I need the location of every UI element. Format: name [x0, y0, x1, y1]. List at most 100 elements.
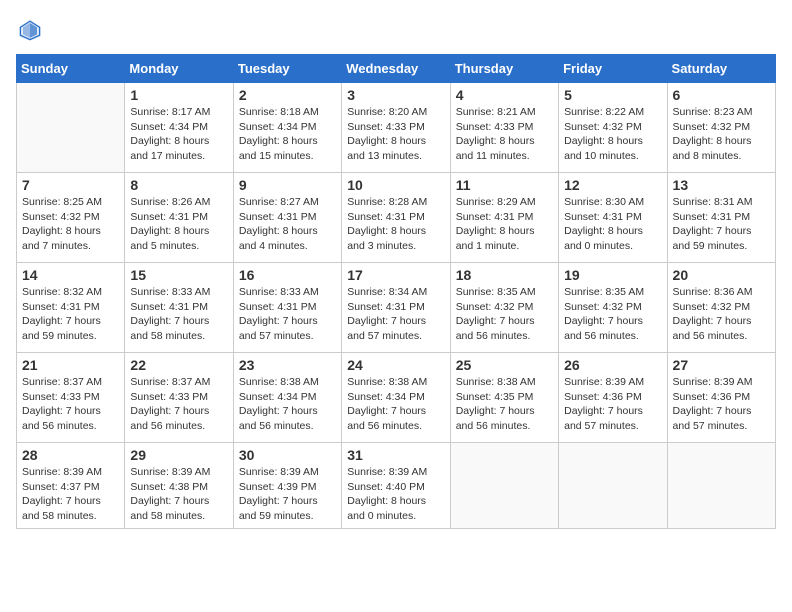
day-number: 9: [239, 177, 336, 193]
weekday-header-row: SundayMondayTuesdayWednesdayThursdayFrid…: [17, 55, 776, 83]
cell-info: Sunrise: 8:38 AMSunset: 4:34 PMDaylight:…: [347, 375, 444, 434]
cell-info: Sunrise: 8:18 AMSunset: 4:34 PMDaylight:…: [239, 105, 336, 164]
day-number: 1: [130, 87, 227, 103]
day-number: 23: [239, 357, 336, 373]
calendar-cell: 18 Sunrise: 8:35 AMSunset: 4:32 PMDayligh…: [450, 263, 558, 353]
calendar-cell: 16 Sunrise: 8:33 AMSunset: 4:31 PMDayligh…: [233, 263, 341, 353]
day-number: 2: [239, 87, 336, 103]
cell-info: Sunrise: 8:36 AMSunset: 4:32 PMDaylight:…: [673, 285, 770, 344]
calendar-cell: 23 Sunrise: 8:38 AMSunset: 4:34 PMDayligh…: [233, 353, 341, 443]
cell-info: Sunrise: 8:30 AMSunset: 4:31 PMDaylight:…: [564, 195, 661, 254]
weekday-header: Saturday: [667, 55, 775, 83]
day-number: 18: [456, 267, 553, 283]
cell-info: Sunrise: 8:39 AMSunset: 4:38 PMDaylight:…: [130, 465, 227, 524]
calendar-cell: [17, 83, 125, 173]
calendar: SundayMondayTuesdayWednesdayThursdayFrid…: [16, 54, 776, 529]
calendar-cell: 1 Sunrise: 8:17 AMSunset: 4:34 PMDaylight…: [125, 83, 233, 173]
day-number: 3: [347, 87, 444, 103]
cell-info: Sunrise: 8:26 AMSunset: 4:31 PMDaylight:…: [130, 195, 227, 254]
weekday-header: Thursday: [450, 55, 558, 83]
calendar-cell: 10Sunrise: 8:28 AMSunset: 4:31 PMDayligh…: [342, 173, 450, 263]
cell-info: Sunrise: 8:38 AMSunset: 4:35 PMDaylight:…: [456, 375, 553, 434]
cell-info: Sunrise: 8:39 AMSunset: 4:37 PMDaylight:…: [22, 465, 119, 524]
weekday-header: Monday: [125, 55, 233, 83]
day-number: 25: [456, 357, 553, 373]
calendar-cell: 14 Sunrise: 8:32 AMSunset: 4:31 PMDayligh…: [17, 263, 125, 353]
cell-info: Sunrise: 8:34 AMSunset: 4:31 PMDaylight:…: [347, 285, 444, 344]
calendar-cell: 24 Sunrise: 8:38 AMSunset: 4:34 PMDayligh…: [342, 353, 450, 443]
cell-info: Sunrise: 8:32 AMSunset: 4:31 PMDaylight:…: [22, 285, 119, 344]
day-number: 6: [673, 87, 770, 103]
cell-info: Sunrise: 8:21 AMSunset: 4:33 PMDaylight:…: [456, 105, 553, 164]
calendar-cell: 7 Sunrise: 8:25 AMSunset: 4:32 PMDaylight…: [17, 173, 125, 263]
calendar-cell: 13 Sunrise: 8:31 AMSunset: 4:31 PMDayligh…: [667, 173, 775, 263]
cell-info: Sunrise: 8:31 AMSunset: 4:31 PMDaylight:…: [673, 195, 770, 254]
cell-info: Sunrise: 8:29 AMSunset: 4:31 PMDaylight:…: [456, 195, 553, 254]
day-number: 5: [564, 87, 661, 103]
calendar-week-row: 1 Sunrise: 8:17 AMSunset: 4:34 PMDaylight…: [17, 83, 776, 173]
cell-info: Sunrise: 8:35 AMSunset: 4:32 PMDaylight:…: [564, 285, 661, 344]
calendar-cell: [559, 443, 667, 529]
weekday-header: Tuesday: [233, 55, 341, 83]
day-number: 22: [130, 357, 227, 373]
calendar-cell: 31 Sunrise: 8:39 AMSunset: 4:40 PMDayligh…: [342, 443, 450, 529]
day-number: 7: [22, 177, 119, 193]
day-number: 29: [130, 447, 227, 463]
day-number: 27: [673, 357, 770, 373]
calendar-cell: 20Sunrise: 8:36 AMSunset: 4:32 PMDayligh…: [667, 263, 775, 353]
logo-icon: [16, 16, 44, 44]
day-number: 13: [673, 177, 770, 193]
cell-info: Sunrise: 8:27 AMSunset: 4:31 PMDaylight:…: [239, 195, 336, 254]
calendar-cell: 29 Sunrise: 8:39 AMSunset: 4:38 PMDayligh…: [125, 443, 233, 529]
day-number: 12: [564, 177, 661, 193]
weekday-header: Sunday: [17, 55, 125, 83]
calendar-cell: 9 Sunrise: 8:27 AMSunset: 4:31 PMDaylight…: [233, 173, 341, 263]
day-number: 15: [130, 267, 227, 283]
cell-info: Sunrise: 8:37 AMSunset: 4:33 PMDaylight:…: [22, 375, 119, 434]
cell-info: Sunrise: 8:38 AMSunset: 4:34 PMDaylight:…: [239, 375, 336, 434]
calendar-cell: 3 Sunrise: 8:20 AMSunset: 4:33 PMDaylight…: [342, 83, 450, 173]
day-number: 31: [347, 447, 444, 463]
calendar-cell: 15 Sunrise: 8:33 AMSunset: 4:31 PMDayligh…: [125, 263, 233, 353]
calendar-cell: 2 Sunrise: 8:18 AMSunset: 4:34 PMDaylight…: [233, 83, 341, 173]
calendar-week-row: 7 Sunrise: 8:25 AMSunset: 4:32 PMDaylight…: [17, 173, 776, 263]
day-number: 4: [456, 87, 553, 103]
calendar-cell: 21Sunrise: 8:37 AMSunset: 4:33 PMDayligh…: [17, 353, 125, 443]
calendar-cell: 26Sunrise: 8:39 AMSunset: 4:36 PMDayligh…: [559, 353, 667, 443]
cell-info: Sunrise: 8:39 AMSunset: 4:39 PMDaylight:…: [239, 465, 336, 524]
calendar-cell: 17 Sunrise: 8:34 AMSunset: 4:31 PMDayligh…: [342, 263, 450, 353]
calendar-week-row: 14 Sunrise: 8:32 AMSunset: 4:31 PMDayligh…: [17, 263, 776, 353]
calendar-cell: 4 Sunrise: 8:21 AMSunset: 4:33 PMDaylight…: [450, 83, 558, 173]
header: [16, 16, 776, 44]
calendar-cell: 28 Sunrise: 8:39 AMSunset: 4:37 PMDayligh…: [17, 443, 125, 529]
calendar-cell: [667, 443, 775, 529]
cell-info: Sunrise: 8:39 AMSunset: 4:36 PMDaylight:…: [673, 375, 770, 434]
day-number: 14: [22, 267, 119, 283]
cell-info: Sunrise: 8:39 AMSunset: 4:36 PMDaylight:…: [564, 375, 661, 434]
cell-info: Sunrise: 8:33 AMSunset: 4:31 PMDaylight:…: [239, 285, 336, 344]
cell-info: Sunrise: 8:23 AMSunset: 4:32 PMDaylight:…: [673, 105, 770, 164]
day-number: 30: [239, 447, 336, 463]
cell-info: Sunrise: 8:33 AMSunset: 4:31 PMDaylight:…: [130, 285, 227, 344]
calendar-cell: 12 Sunrise: 8:30 AMSunset: 4:31 PMDayligh…: [559, 173, 667, 263]
cell-info: Sunrise: 8:17 AMSunset: 4:34 PMDaylight:…: [130, 105, 227, 164]
day-number: 16: [239, 267, 336, 283]
calendar-cell: 6 Sunrise: 8:23 AMSunset: 4:32 PMDaylight…: [667, 83, 775, 173]
weekday-header: Friday: [559, 55, 667, 83]
calendar-week-row: 28 Sunrise: 8:39 AMSunset: 4:37 PMDayligh…: [17, 443, 776, 529]
day-number: 19: [564, 267, 661, 283]
cell-info: Sunrise: 8:35 AMSunset: 4:32 PMDaylight:…: [456, 285, 553, 344]
calendar-week-row: 21Sunrise: 8:37 AMSunset: 4:33 PMDayligh…: [17, 353, 776, 443]
cell-info: Sunrise: 8:20 AMSunset: 4:33 PMDaylight:…: [347, 105, 444, 164]
cell-info: Sunrise: 8:22 AMSunset: 4:32 PMDaylight:…: [564, 105, 661, 164]
weekday-header: Wednesday: [342, 55, 450, 83]
day-number: 28: [22, 447, 119, 463]
calendar-cell: 8Sunrise: 8:26 AMSunset: 4:31 PMDaylight…: [125, 173, 233, 263]
calendar-cell: 5 Sunrise: 8:22 AMSunset: 4:32 PMDaylight…: [559, 83, 667, 173]
day-number: 24: [347, 357, 444, 373]
cell-info: Sunrise: 8:25 AMSunset: 4:32 PMDaylight:…: [22, 195, 119, 254]
day-number: 17: [347, 267, 444, 283]
cell-info: Sunrise: 8:28 AMSunset: 4:31 PMDaylight:…: [347, 195, 444, 254]
calendar-cell: [450, 443, 558, 529]
cell-info: Sunrise: 8:39 AMSunset: 4:40 PMDaylight:…: [347, 465, 444, 524]
